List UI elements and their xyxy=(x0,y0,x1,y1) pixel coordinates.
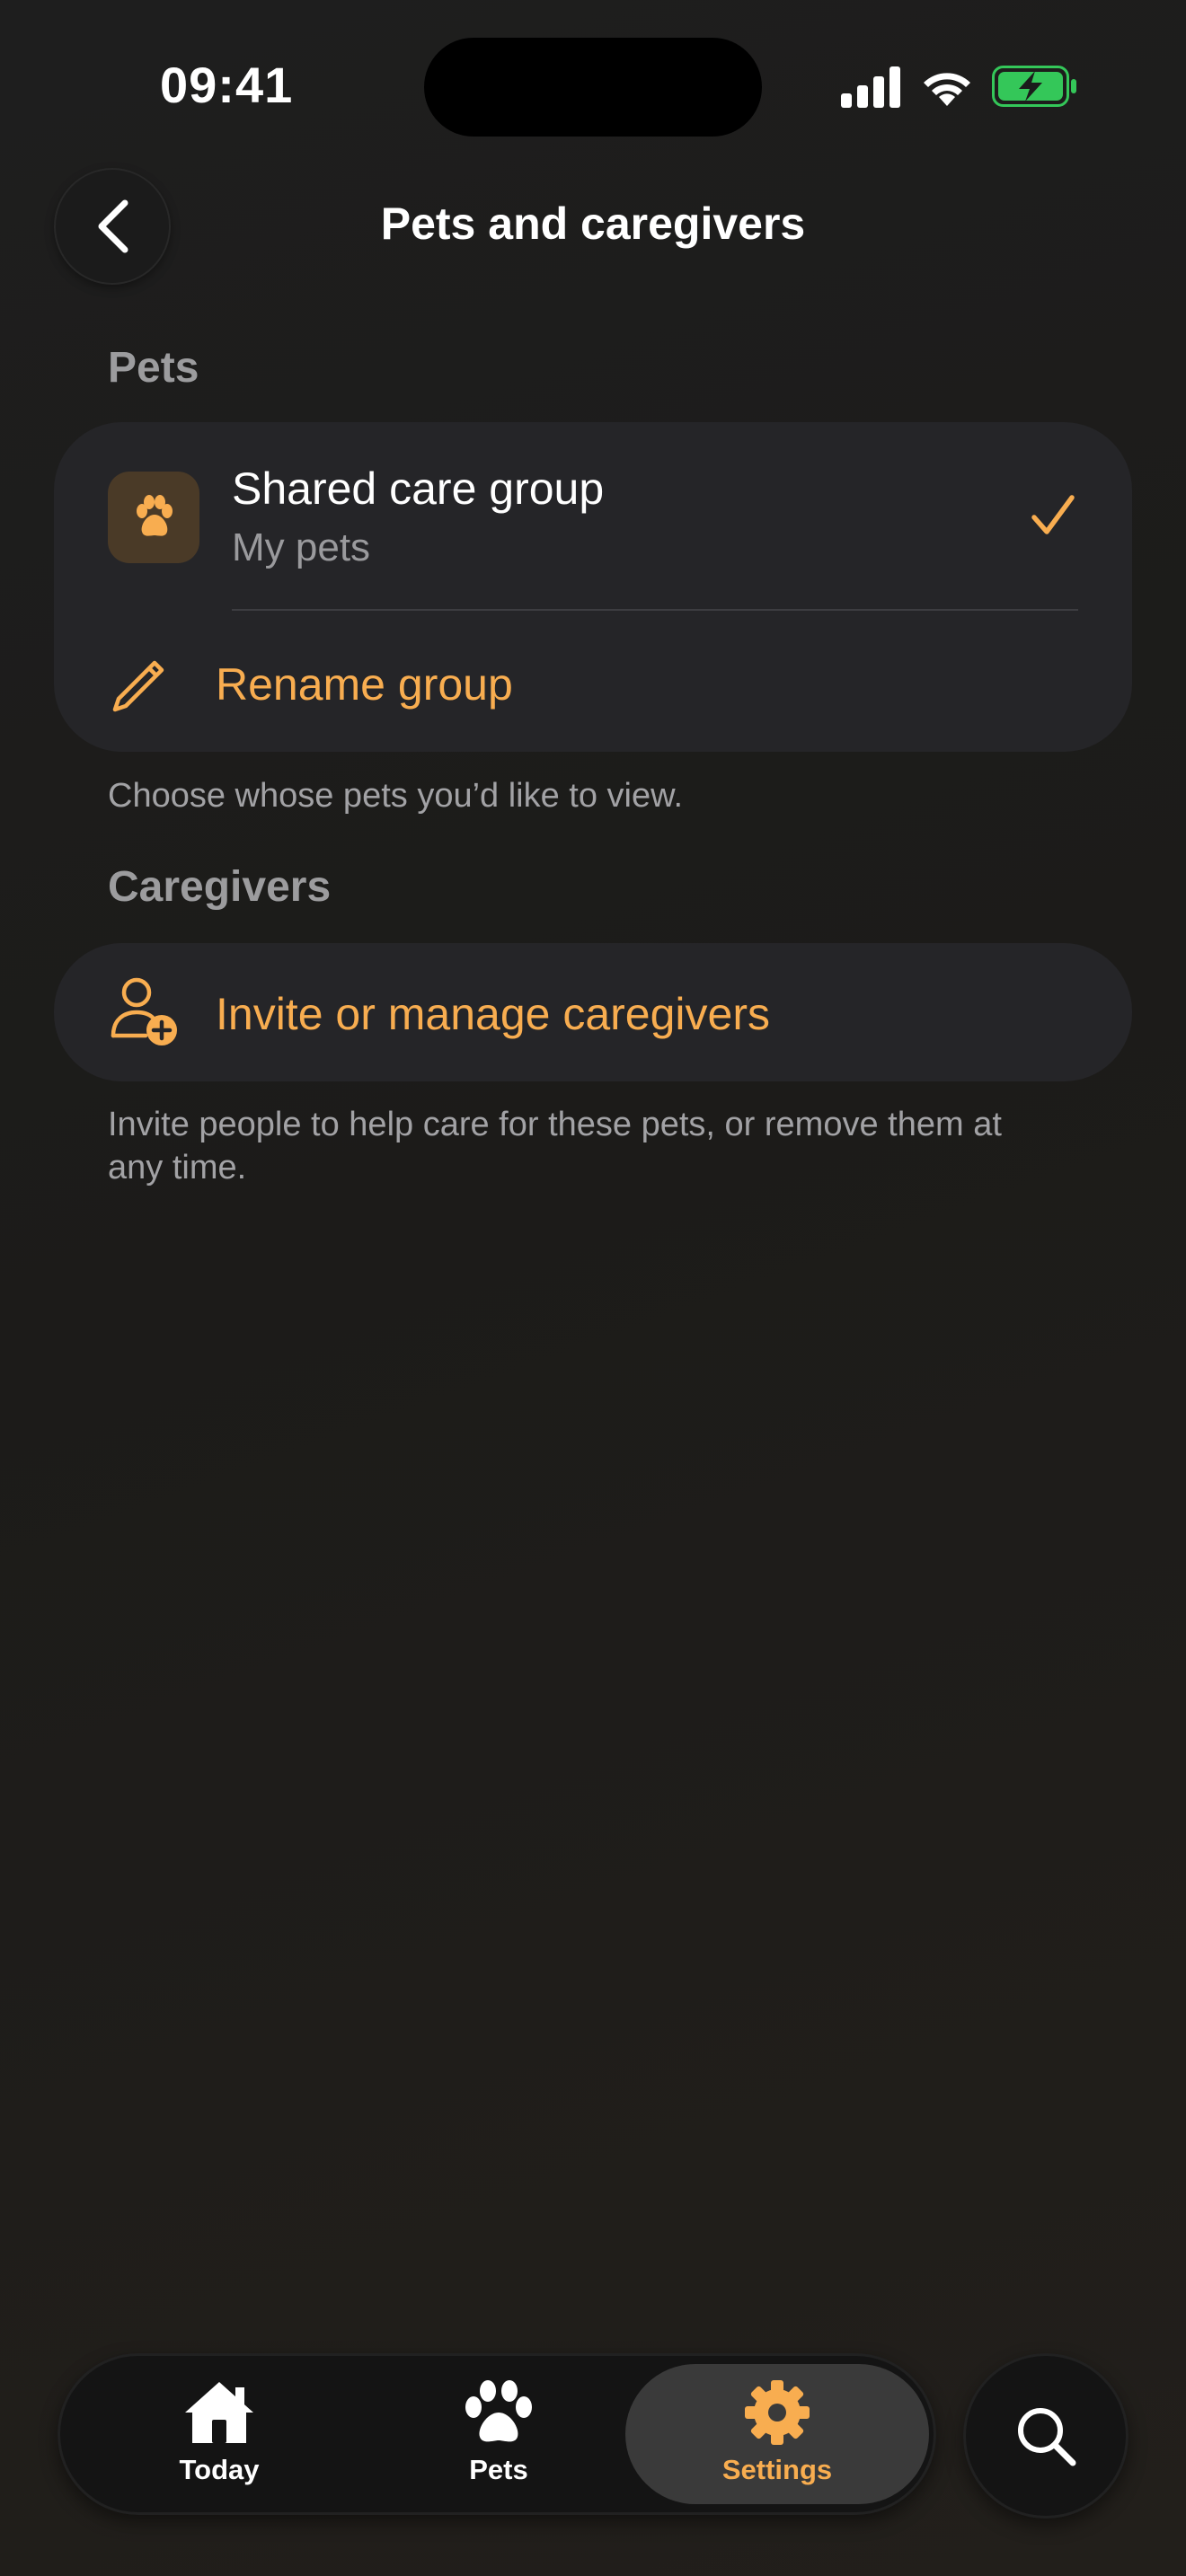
tab-today[interactable]: Today xyxy=(129,2378,309,2486)
caregivers-footnote: Invite people to help care for these pet… xyxy=(108,1103,1002,1189)
care-group-row[interactable] xyxy=(54,422,1132,611)
invite-caregivers-label: Invite or manage caregivers xyxy=(216,989,770,1039)
checkmark-icon xyxy=(1031,495,1075,534)
group-avatar xyxy=(108,472,199,563)
caregivers-footnote-line2: any time. xyxy=(108,1149,247,1187)
wifi-icon xyxy=(924,73,970,106)
cellular-signal-icon xyxy=(841,66,900,108)
group-subtitle: My pets xyxy=(232,525,371,569)
tab-settings-label: Settings xyxy=(721,2454,833,2485)
tab-pets[interactable]: Pets xyxy=(409,2378,589,2486)
group-title: Shared care group xyxy=(232,463,605,514)
dynamic-island xyxy=(424,38,762,137)
gear-icon xyxy=(745,2380,810,2445)
search-icon xyxy=(1018,2408,1076,2466)
battery-charging-icon xyxy=(992,66,1076,107)
pets-footnote: Choose whose pets you’d like to view. xyxy=(108,777,684,815)
tab-today-label: Today xyxy=(179,2454,260,2485)
caregivers-footnote-line1: Invite people to help care for these pet… xyxy=(108,1106,1002,1143)
paw-icon xyxy=(465,2380,532,2442)
paw-icon xyxy=(137,495,173,536)
status-time: 09:41 xyxy=(160,57,294,113)
row-divider xyxy=(232,609,1078,611)
tab-pets-label: Pets xyxy=(469,2454,528,2485)
tab-settings[interactable]: Settings xyxy=(687,2378,867,2486)
house-icon xyxy=(185,2382,253,2443)
pencil-icon xyxy=(112,660,164,712)
caregivers-section-header: Caregivers xyxy=(108,863,332,911)
search-button[interactable] xyxy=(963,2353,1128,2519)
add-person-icon xyxy=(111,977,177,1045)
page-title: Pets and caregivers xyxy=(380,198,806,249)
pets-section-header: Pets xyxy=(108,344,199,392)
rename-group-label: Rename group xyxy=(216,659,513,710)
